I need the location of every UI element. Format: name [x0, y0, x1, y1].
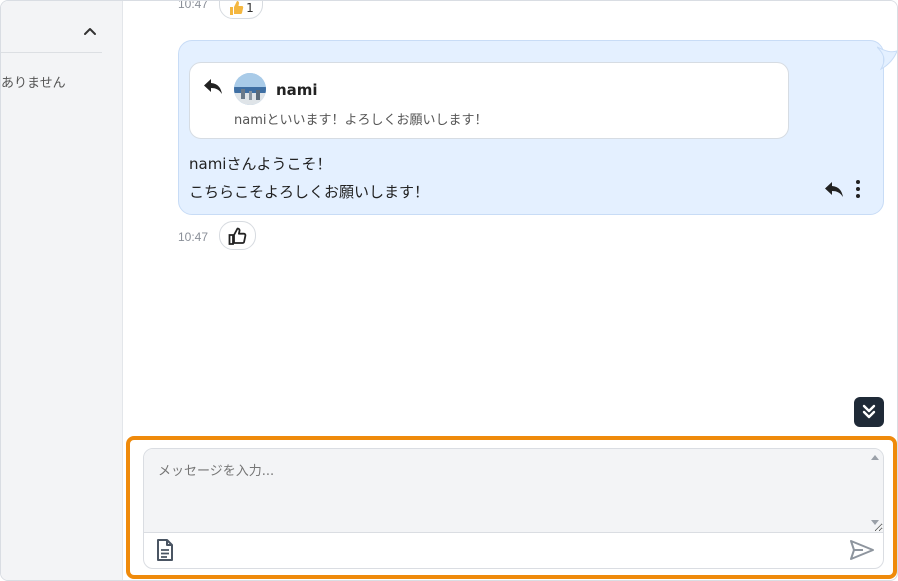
message-text-line: namiさんようこそ！	[189, 155, 332, 173]
reply-icon	[204, 79, 222, 94]
more-vertical-icon[interactable]	[853, 178, 863, 200]
reply-author-name: nami	[276, 81, 318, 99]
double-chevron-down-icon	[862, 404, 876, 419]
scrollbar-up-arrow[interactable]	[871, 455, 879, 460]
add-reaction-button[interactable]	[219, 221, 256, 250]
send-icon[interactable]	[849, 538, 875, 562]
sidebar-empty-text: ありません	[1, 76, 66, 91]
scroll-to-bottom-button[interactable]	[854, 397, 884, 427]
reaction-thumbs-up[interactable]: 1	[219, 1, 263, 19]
avatar	[234, 73, 266, 105]
thumbs-up-icon	[228, 227, 246, 245]
sidebar-divider	[1, 52, 102, 53]
reply-quote[interactable]: nami namiといいます！よろしくお願いします！	[189, 62, 789, 139]
message-input[interactable]	[144, 449, 883, 533]
app-window: ありません 10:47 1 nami namiといいます！よろしくお願いします！…	[0, 0, 898, 581]
thumbs-up-emoji-icon	[230, 1, 244, 15]
reply-quote-text: namiといいます！よろしくお願いします！	[234, 113, 488, 128]
chat-area[interactable]: 10:47 1 nami namiといいます！よろしくお願いします！ namiさ…	[123, 0, 897, 433]
bubble-tail	[877, 46, 897, 71]
reaction-count: 1	[246, 1, 254, 15]
message-text-line: こちらこそよろしくお願いします！	[189, 183, 430, 201]
reply-icon[interactable]	[823, 180, 845, 198]
scrollbar-down-arrow[interactable]	[871, 520, 879, 525]
conversation-sidebar: ありません	[1, 1, 123, 580]
message-composer	[143, 448, 884, 569]
document-icon[interactable]	[154, 538, 176, 562]
message-bubble[interactable]: nami namiといいます！よろしくお願いします！ namiさんようこそ！ こ…	[178, 40, 884, 215]
message-time: 10:47	[178, 0, 209, 11]
message-time: 10:47	[178, 230, 209, 244]
chevron-up-icon[interactable]	[81, 23, 99, 41]
